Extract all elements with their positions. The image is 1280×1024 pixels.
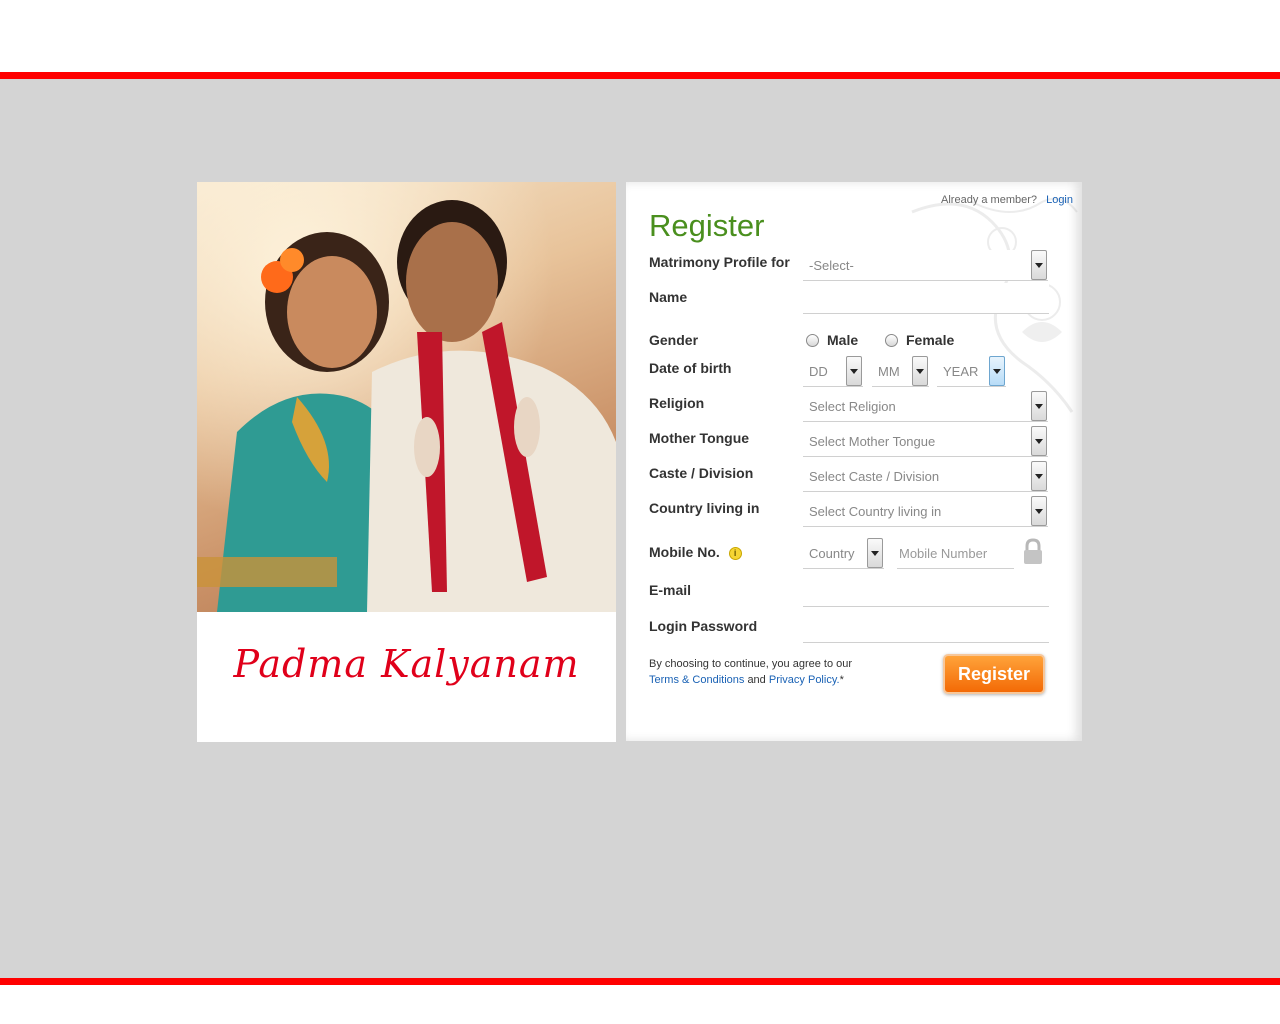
register-button[interactable]: Register <box>943 654 1045 694</box>
radio-icon <box>885 333 898 347</box>
dob-year-value: YEAR <box>943 364 979 379</box>
dob-day-value: DD <box>809 364 828 379</box>
dob-month-value: MM <box>878 364 900 379</box>
religion-value: Select Religion <box>809 399 896 414</box>
mobile-number-field[interactable]: Mobile Number <box>897 538 1014 569</box>
chevron-down-icon <box>1031 250 1047 280</box>
email-field[interactable] <box>803 576 1049 607</box>
register-form-panel: Already a member? Login Register Matrimo… <box>626 182 1082 741</box>
mobile-number-placeholder: Mobile Number <box>899 546 988 561</box>
mother-tongue-select[interactable]: Select Mother Tongue <box>803 426 1048 457</box>
gender-label: Gender <box>649 332 699 348</box>
chevron-down-icon <box>912 356 928 386</box>
gender-female-label: Female <box>906 332 955 348</box>
country-select[interactable]: Select Country living in <box>803 496 1048 527</box>
bottom-bar <box>0 985 1280 1024</box>
gender-female-radio[interactable]: Female <box>885 331 954 349</box>
country-value: Select Country living in <box>809 504 942 519</box>
chevron-down-icon <box>846 356 862 386</box>
religion-label: Religion <box>649 395 705 411</box>
chevron-down-icon <box>1031 426 1047 456</box>
mobile-country-select[interactable]: Country <box>803 538 884 569</box>
religion-select[interactable]: Select Religion <box>803 391 1048 422</box>
profile-for-select[interactable]: -Select- <box>803 250 1048 281</box>
form-title: Register <box>649 208 765 243</box>
top-red-line <box>0 72 1280 79</box>
chevron-down-icon <box>867 538 883 568</box>
terms-text: By choosing to continue, you agree to ou… <box>649 656 852 688</box>
name-label: Name <box>649 289 688 305</box>
gender-male-radio[interactable]: Male <box>806 331 858 349</box>
couple-photo <box>197 182 616 612</box>
chevron-down-icon <box>989 356 1005 386</box>
dob-day-select[interactable]: DD <box>803 356 863 387</box>
caste-select[interactable]: Select Caste / Division <box>803 461 1048 492</box>
bottom-red-line <box>0 978 1280 985</box>
country-label: Country living in <box>649 500 760 516</box>
name-field[interactable] <box>803 283 1049 314</box>
already-member-text: Already a member? <box>941 194 1038 206</box>
terms-and: and <box>747 674 766 686</box>
password-label: Login Password <box>649 618 758 634</box>
login-prompt: Already a member? Login <box>941 194 1073 206</box>
terms-prefix: By choosing to continue, you agree to ou… <box>649 658 853 670</box>
chevron-down-icon <box>1031 496 1047 526</box>
mobile-country-value: Country <box>809 546 855 561</box>
profile-for-label: Matrimony Profile for <box>649 254 790 270</box>
brand-panel: Padma Kalyanam <box>197 182 616 742</box>
profile-for-value: -Select- <box>809 258 854 273</box>
radio-icon <box>806 333 819 347</box>
email-label: E-mail <box>649 582 692 598</box>
privacy-link[interactable]: Privacy Policy. <box>769 674 840 686</box>
brand-logo-text: Padma Kalyanam <box>233 642 580 686</box>
mother-tongue-label: Mother Tongue <box>649 430 750 446</box>
caste-value: Select Caste / Division <box>809 469 940 484</box>
terms-suffix: * <box>839 674 844 686</box>
couple-illustration <box>197 182 616 612</box>
chevron-down-icon <box>1031 461 1047 491</box>
top-bar <box>0 0 1280 72</box>
lock-icon <box>1024 538 1042 564</box>
mother-tongue-value: Select Mother Tongue <box>809 434 936 449</box>
login-link[interactable]: Login <box>1046 194 1073 206</box>
brand-area: Padma Kalyanam <box>197 612 616 742</box>
dob-label: Date of birth <box>649 360 732 376</box>
info-icon[interactable]: i <box>728 546 742 560</box>
dob-month-select[interactable]: MM <box>872 356 929 387</box>
terms-link[interactable]: Terms & Conditions <box>649 674 744 686</box>
chevron-down-icon <box>1031 391 1047 421</box>
caste-label: Caste / Division <box>649 465 754 481</box>
dob-year-select[interactable]: YEAR <box>937 356 1006 387</box>
password-field[interactable] <box>803 612 1049 643</box>
gender-male-label: Male <box>827 332 859 348</box>
mobile-label: Mobile No. i <box>649 544 742 560</box>
mobile-label-text: Mobile No. <box>649 544 720 560</box>
